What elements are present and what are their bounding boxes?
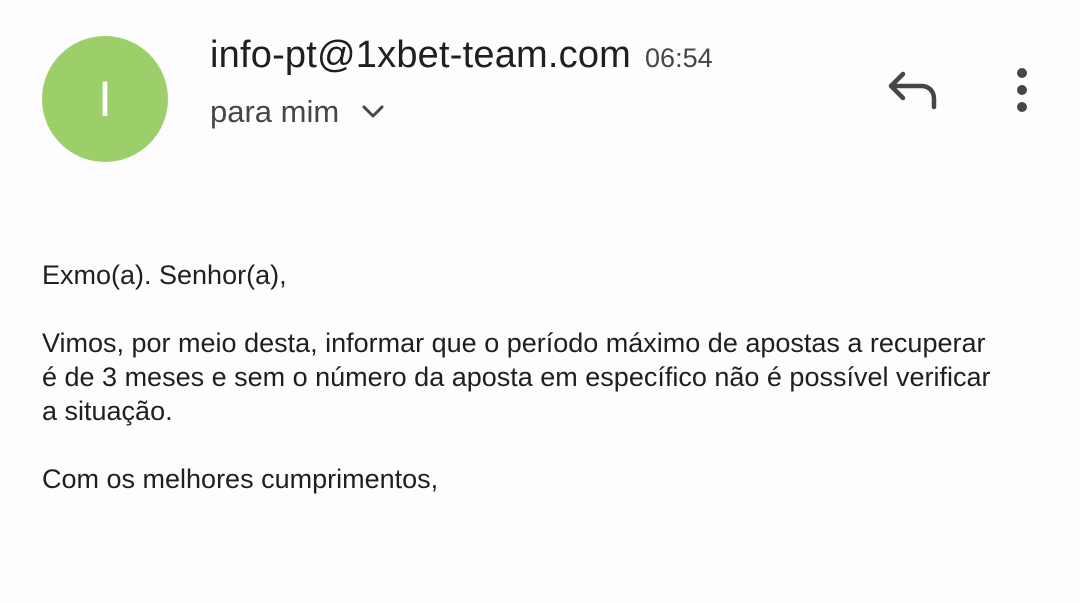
message-closing: Com os melhores cumprimentos, bbox=[42, 464, 439, 494]
more-vert-icon bbox=[1017, 68, 1027, 112]
message-time: 06:54 bbox=[645, 43, 713, 73]
more-options-button[interactable] bbox=[1000, 62, 1044, 118]
sender-address[interactable]: info-pt@1xbet-team.com bbox=[210, 34, 631, 77]
avatar-initial: I bbox=[98, 71, 112, 127]
reply-button[interactable] bbox=[880, 62, 946, 118]
recipient-toggle[interactable]: para mim bbox=[210, 94, 387, 130]
recipient-label: para mim bbox=[210, 94, 340, 129]
message-body: Exmo(a). Senhor(a), Vimos, por meio dest… bbox=[42, 258, 1002, 530]
sender-avatar[interactable]: I bbox=[42, 36, 168, 162]
message-greeting: Exmo(a). Senhor(a), bbox=[42, 260, 287, 290]
chevron-down-icon[interactable] bbox=[359, 98, 387, 126]
sender-line: info-pt@1xbet-team.com 06:54 bbox=[210, 34, 713, 77]
email-view: I info-pt@1xbet-team.com 06:54 para mim … bbox=[0, 0, 1080, 603]
reply-icon bbox=[888, 71, 937, 110]
message-paragraph: Vimos, por meio desta, informar que o pe… bbox=[42, 328, 991, 426]
